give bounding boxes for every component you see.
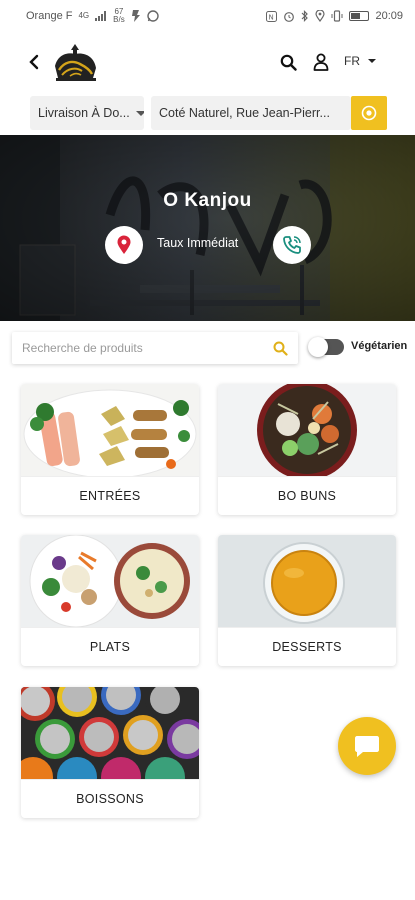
network-speed-unit: B/s: [113, 15, 125, 24]
chevron-left-icon: [29, 54, 39, 70]
network-type: 4G: [78, 11, 90, 20]
boissons-image: [21, 687, 199, 779]
delivery-mode-value: Livraison À Do...: [38, 106, 130, 120]
back-button[interactable]: [22, 50, 46, 74]
clock: 20:09: [375, 10, 403, 22]
restaurant-call-button[interactable]: [273, 226, 311, 264]
chevron-down-icon: [368, 59, 376, 63]
restaurant-location-button[interactable]: [105, 226, 143, 264]
search-button[interactable]: [276, 50, 300, 74]
order-selectors: Livraison À Do... Coté Naturel, Rue Jean…: [0, 96, 415, 132]
nfc-icon: N: [266, 10, 278, 22]
restaurant-name: O Kanjou: [163, 190, 252, 211]
chevron-down-icon: [135, 110, 144, 116]
search-icon: [280, 54, 297, 71]
vibrate-icon: [331, 10, 343, 22]
bo-buns-image: [218, 384, 396, 476]
carrier-name: Orange F: [26, 10, 73, 22]
category-card-boissons[interactable]: BOISSONS: [21, 687, 199, 818]
map-pin-icon: [117, 235, 131, 254]
category-label: BO BUNS: [218, 476, 396, 515]
app-header: FR: [0, 36, 415, 90]
alarm-icon: [284, 12, 295, 22]
notification-icon: [131, 10, 140, 22]
category-label: BOISSONS: [21, 779, 199, 818]
restaurant-hero: O Kanjou Taux Immédiat: [0, 135, 415, 321]
category-label: ENTRÉES: [21, 476, 199, 515]
language-selector[interactable]: FR: [344, 54, 376, 68]
status-right: N 20:09: [266, 10, 403, 22]
category-card-plats[interactable]: PLATS: [21, 535, 199, 666]
signal-icon: [95, 11, 107, 21]
category-card-desserts[interactable]: DESSERTS: [218, 535, 396, 666]
user-icon: [313, 53, 329, 71]
address-value: Coté Naturel, Rue Jean-Pierr...: [159, 106, 330, 120]
account-button[interactable]: [309, 50, 333, 74]
locate-button[interactable]: [351, 96, 387, 130]
category-label: DESSERTS: [218, 627, 396, 666]
product-search: [12, 332, 298, 364]
status-bar: Orange F 4G 67 B/s N 20:09: [0, 0, 415, 32]
category-label: PLATS: [21, 627, 199, 666]
svg-text:N: N: [269, 13, 274, 21]
plats-image: [21, 535, 199, 627]
whatsapp-icon: [147, 10, 159, 22]
hero-overlay: [0, 135, 415, 321]
battery-icon: [349, 11, 370, 21]
status-left: Orange F 4G 67 B/s: [26, 8, 159, 24]
entrees-image: [21, 384, 199, 476]
kanjou-logo[interactable]: [50, 40, 100, 86]
language-label: FR: [344, 54, 360, 68]
product-search-input[interactable]: [22, 341, 273, 355]
category-card-bo-buns[interactable]: BO BUNS: [218, 384, 396, 515]
location-status-icon: [315, 10, 326, 22]
delivery-mode-select[interactable]: Livraison À Do...: [30, 96, 144, 130]
target-icon: [361, 105, 377, 121]
chat-bubble-icon: [355, 736, 379, 757]
address-input[interactable]: Coté Naturel, Rue Jean-Pierr...: [151, 96, 351, 130]
vegetarian-toggle[interactable]: [308, 337, 344, 357]
category-card-entrees[interactable]: ENTRÉES: [21, 384, 199, 515]
search-icon[interactable]: [273, 341, 288, 356]
chat-button[interactable]: [338, 717, 396, 775]
restaurant-status: Taux Immédiat: [157, 236, 239, 250]
toggle-knob: [308, 337, 328, 357]
desserts-image: [218, 535, 396, 627]
vegetarian-label: Végétarien: [351, 340, 408, 352]
bluetooth-icon: [302, 10, 309, 22]
phone-icon: [283, 236, 301, 254]
